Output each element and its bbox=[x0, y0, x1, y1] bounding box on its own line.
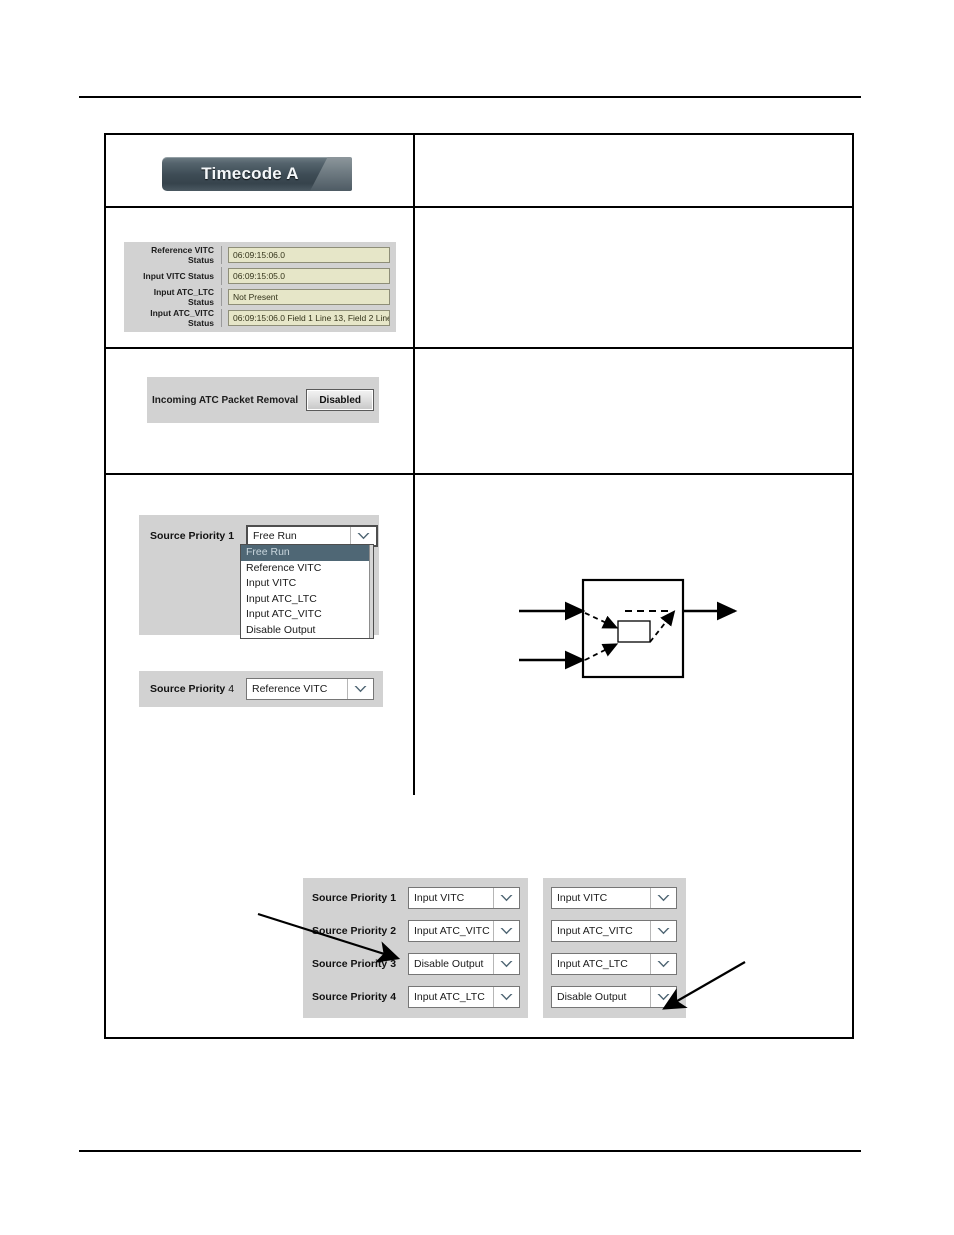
bl-value-priority-3: Disable Output bbox=[414, 958, 484, 970]
bl-select-priority-3[interactable]: Disable Output bbox=[408, 953, 520, 975]
source-priority-row: Input VITC bbox=[543, 884, 686, 912]
source-priority-4-label-number: 4 bbox=[228, 683, 235, 695]
br-value-priority-3: Input ATC_LTC bbox=[557, 958, 628, 970]
source-priority-1-value: Free Run bbox=[253, 530, 297, 542]
table-row-separator bbox=[106, 347, 852, 349]
table-row-separator bbox=[106, 473, 852, 475]
br-value-priority-2: Input ATC_VITC bbox=[557, 925, 633, 937]
source-priority-4-group: Source Priority 4 Reference VITC bbox=[139, 671, 383, 707]
diagram-outer-box bbox=[581, 578, 685, 679]
status-label-reference-vitc: Reference VITC Status bbox=[128, 245, 222, 265]
bl-value-priority-1: Input VITC bbox=[414, 892, 465, 904]
br-select-priority-1[interactable]: Input VITC bbox=[551, 887, 677, 909]
status-row: Input ATC_VITC Status 06:09:15:06.0 Fiel… bbox=[128, 308, 390, 328]
option-input-atc-vitc[interactable]: Input ATC_VITC bbox=[241, 607, 373, 623]
status-label-input-atc-vitc: Input ATC_VITC Status bbox=[128, 308, 222, 328]
source-priority-4-label-text: Source Priority bbox=[150, 683, 226, 695]
source-priority-4-select[interactable]: Reference VITC bbox=[246, 678, 374, 700]
chevron-down-icon[interactable] bbox=[350, 527, 376, 545]
bl-select-priority-1[interactable]: Input VITC bbox=[408, 887, 520, 909]
option-disable-output[interactable]: Disable Output bbox=[241, 623, 373, 639]
atc-removal-toggle-button[interactable]: Disabled bbox=[306, 389, 375, 411]
callout-arrow-left bbox=[257, 912, 401, 963]
bl-label-priority-1: Source Priority 1 bbox=[312, 892, 397, 904]
timecode-flow-diagram bbox=[519, 578, 738, 679]
diagram-dashed-path-c bbox=[649, 610, 676, 643]
status-value-input-atc-vitc: 06:09:15:06.0 Field 1 Line 13, Field 2 L… bbox=[228, 310, 390, 326]
option-list-scrollbar[interactable] bbox=[369, 545, 373, 638]
table-column-separator bbox=[413, 135, 415, 795]
chevron-down-icon[interactable] bbox=[493, 921, 519, 941]
source-priority-row: Source Priority 4 Input ATC_LTC bbox=[303, 983, 528, 1011]
diagram-dashed-path-b bbox=[584, 643, 619, 661]
banner-title: Timecode A bbox=[201, 164, 299, 183]
source-priority-4-value: Reference VITC bbox=[252, 683, 328, 695]
status-value-reference-vitc: 06:09:15:06.0 bbox=[228, 247, 390, 263]
chevron-down-icon[interactable] bbox=[347, 679, 373, 699]
source-priority-4-label: Source Priority 4 bbox=[150, 683, 246, 695]
diagram-inner-box bbox=[617, 620, 651, 643]
chevron-down-icon[interactable] bbox=[493, 954, 519, 974]
source-priority-row: Input ATC_VITC bbox=[543, 917, 686, 945]
callout-arrow-right bbox=[662, 961, 746, 1010]
footer-rule bbox=[79, 1150, 861, 1152]
chevron-down-icon[interactable] bbox=[650, 888, 676, 908]
atc-removal-label: Incoming ATC Packet Removal bbox=[152, 394, 299, 406]
status-row: Input ATC_LTC Status Not Present bbox=[128, 287, 390, 307]
diagram-dashed-path-a bbox=[584, 612, 619, 629]
option-free-run[interactable]: Free Run bbox=[241, 545, 373, 561]
br-value-priority-4: Disable Output bbox=[557, 991, 627, 1003]
source-priority-1-option-list[interactable]: Free Run Reference VITC Input VITC Input… bbox=[240, 544, 374, 639]
bl-label-priority-4: Source Priority 4 bbox=[312, 991, 397, 1003]
status-value-input-vitc: 06:09:15:05.0 bbox=[228, 268, 390, 284]
bl-select-priority-2[interactable]: Input ATC_VITC bbox=[408, 920, 520, 942]
status-row: Input VITC Status 06:09:15:05.0 bbox=[128, 267, 390, 285]
chevron-down-icon[interactable] bbox=[650, 921, 676, 941]
status-label-input-vitc: Input VITC Status bbox=[128, 267, 222, 285]
br-select-priority-2[interactable]: Input ATC_VITC bbox=[551, 920, 677, 942]
option-reference-vitc[interactable]: Reference VITC bbox=[241, 561, 373, 577]
incoming-atc-packet-removal-group: Incoming ATC Packet Removal Disabled bbox=[147, 377, 379, 423]
header-rule bbox=[79, 96, 861, 98]
chevron-down-icon[interactable] bbox=[493, 888, 519, 908]
option-input-atc-ltc[interactable]: Input ATC_LTC bbox=[241, 592, 373, 608]
bl-value-priority-2: Input ATC_VITC bbox=[414, 925, 490, 937]
chevron-down-icon[interactable] bbox=[493, 987, 519, 1007]
timecode-a-banner: Timecode A bbox=[162, 157, 352, 191]
br-value-priority-1: Input VITC bbox=[557, 892, 608, 904]
bl-value-priority-4: Input ATC_LTC bbox=[414, 991, 485, 1003]
status-label-input-atc-ltc: Input ATC_LTC Status bbox=[128, 287, 222, 307]
bl-select-priority-4[interactable]: Input ATC_LTC bbox=[408, 986, 520, 1008]
timecode-status-group: Reference VITC Status 06:09:15:06.0 Inpu… bbox=[124, 242, 396, 332]
status-row: Reference VITC Status 06:09:15:06.0 bbox=[128, 245, 390, 265]
table-row-separator bbox=[106, 206, 852, 208]
option-input-vitc[interactable]: Input VITC bbox=[241, 576, 373, 592]
status-value-input-atc-ltc: Not Present bbox=[228, 289, 390, 305]
source-priority-1-label: Source Priority 1 bbox=[150, 530, 235, 542]
